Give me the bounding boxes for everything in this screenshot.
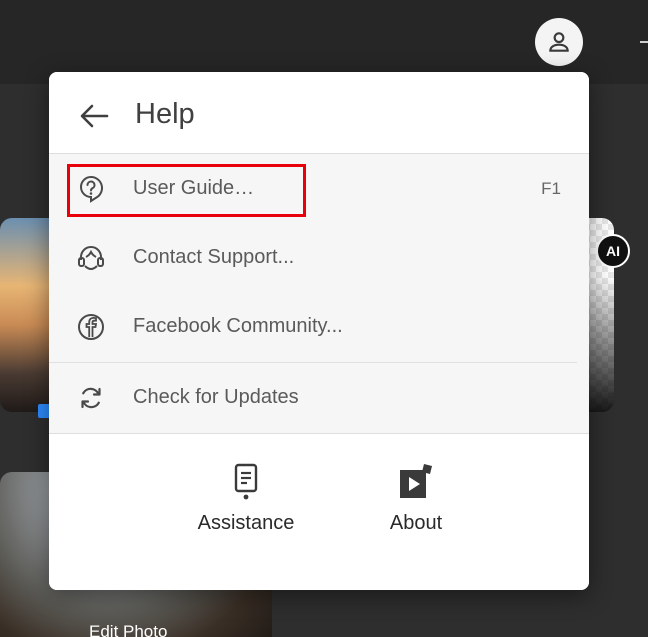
assistance-label: Assistance (197, 512, 295, 534)
edit-photo-label[interactable]: Edit Photo (89, 622, 167, 637)
menu-item-user-guide[interactable]: User Guide… F1 (49, 155, 589, 223)
about-label: About (389, 512, 443, 534)
menu-footer: Assistance About (49, 433, 589, 590)
menu-item-label: Contact Support... (133, 246, 295, 268)
menu-item-check-updates[interactable]: Check for Updates (49, 364, 589, 434)
account-button[interactable] (535, 18, 583, 66)
menu-item-label: User Guide… (133, 177, 255, 199)
about-button[interactable]: About (351, 462, 481, 552)
ai-badge: AI (596, 234, 630, 268)
headset-icon (77, 244, 105, 272)
assistance-icon (226, 462, 266, 502)
question-bubble-icon (77, 175, 105, 203)
menu-header: Help (49, 72, 589, 154)
menu-item-label: Facebook Community... (133, 315, 343, 337)
facebook-icon (77, 313, 105, 341)
menu-item-facebook-community[interactable]: Facebook Community... (49, 293, 589, 361)
help-menu: Help User Guide… F1 Contact Support... F… (49, 72, 589, 590)
back-button[interactable] (75, 99, 113, 133)
topbar-edge-control[interactable] (640, 41, 648, 43)
app-window: AI Edit Photo Help User Guide… F1 Contac… (0, 0, 648, 637)
about-icon (396, 462, 436, 502)
menu-item-label: Check for Updates (133, 386, 299, 408)
user-avatar-icon (549, 32, 569, 52)
menu-divider (49, 362, 577, 363)
assistance-button[interactable]: Assistance (181, 462, 311, 552)
refresh-icon (77, 384, 105, 412)
menu-item-contact-support[interactable]: Contact Support... (49, 224, 589, 292)
arrow-left-icon (80, 104, 109, 128)
menu-title: Help (135, 98, 195, 130)
menu-item-shortcut: F1 (541, 179, 561, 198)
